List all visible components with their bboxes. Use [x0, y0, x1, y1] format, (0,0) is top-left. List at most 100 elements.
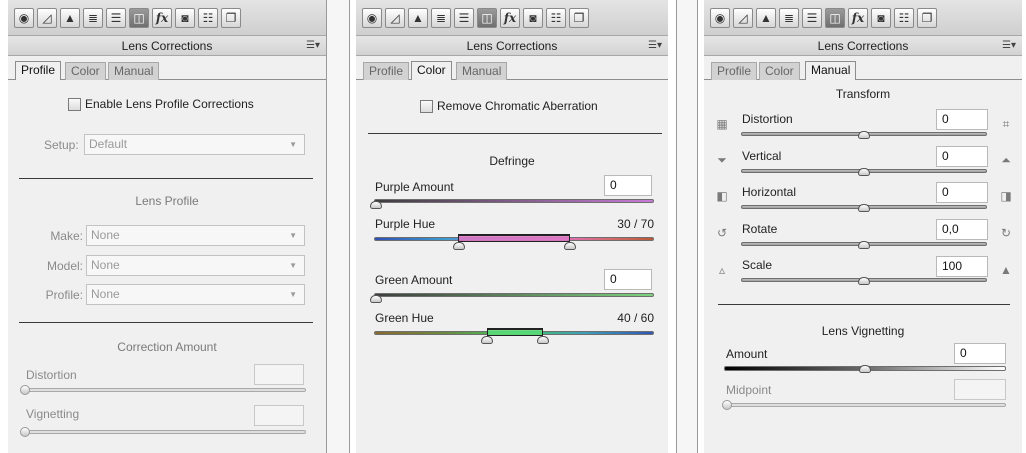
panel-menu-icon[interactable]: ☰▾ — [648, 36, 662, 56]
rotate-label: Rotate — [742, 222, 778, 236]
vignetting-amount-field[interactable] — [254, 405, 304, 426]
purple-amount-thumb[interactable] — [370, 201, 382, 209]
lens-corrections-icon[interactable]: ◫ — [477, 8, 497, 28]
purple-hue-thumb-max[interactable] — [564, 242, 576, 250]
vertical-label: Vertical — [742, 149, 782, 163]
split-toning-icon[interactable]: ☰ — [106, 8, 126, 28]
purple-amount-slider[interactable] — [374, 199, 654, 203]
snapshots-icon[interactable]: ❐ — [221, 8, 241, 28]
divider — [718, 304, 1010, 305]
panel-menu-icon[interactable]: ☰▾ — [306, 36, 320, 56]
aperture-icon[interactable]: ◉ — [14, 8, 34, 28]
correction-amount-title: Correction Amount — [117, 340, 217, 354]
tab-bar: Profile Color Manual — [8, 60, 326, 80]
distortion-field[interactable]: 0 — [936, 109, 988, 130]
transform-title: Transform — [835, 87, 891, 101]
midpoint-slider[interactable] — [724, 403, 1006, 407]
divider — [19, 322, 313, 323]
camera-calibration-icon[interactable]: ◙ — [871, 8, 891, 28]
tab-color[interactable]: Color — [759, 62, 800, 80]
panel-menu-icon[interactable]: ☰▾ — [1002, 36, 1016, 56]
tab-profile[interactable]: Profile — [363, 62, 410, 80]
fx-icon[interactable]: fx — [152, 8, 172, 28]
vertical-thumb[interactable] — [858, 168, 870, 176]
fx-icon[interactable]: fx — [848, 8, 868, 28]
hsl-icon[interactable]: ≣ — [779, 8, 799, 28]
green-amount-label: Green Amount — [375, 273, 453, 287]
distortion-amount-thumb[interactable] — [20, 385, 30, 395]
green-amount-field[interactable]: 0 — [604, 269, 652, 290]
green-hue-thumb-max[interactable] — [537, 336, 549, 344]
tab-manual[interactable]: Manual — [805, 61, 857, 80]
hsl-icon[interactable]: ≣ — [83, 8, 103, 28]
tab-profile[interactable]: Profile — [711, 62, 758, 80]
purple-hue-thumb-min[interactable] — [453, 242, 465, 250]
aperture-icon[interactable]: ◉ — [362, 8, 382, 28]
tone-curve-icon[interactable]: ◿ — [37, 8, 57, 28]
detail-icon[interactable]: ▲ — [60, 8, 80, 28]
purple-amount-field[interactable]: 0 — [604, 175, 652, 196]
snapshots-icon[interactable]: ❐ — [917, 8, 937, 28]
amount-field[interactable]: 0 — [954, 343, 1006, 364]
camera-calibration-icon[interactable]: ◙ — [175, 8, 195, 28]
lens-profile-title: Lens Profile — [135, 194, 199, 208]
remove-ca-row[interactable]: Remove Chromatic Aberration — [420, 99, 598, 113]
scale-thumb[interactable] — [858, 277, 870, 285]
midpoint-thumb[interactable] — [722, 400, 732, 410]
lens-corrections-icon[interactable]: ◫ — [825, 8, 845, 28]
setup-label: Setup: — [44, 138, 79, 152]
split-toning-icon[interactable]: ☰ — [802, 8, 822, 28]
tone-curve-icon[interactable]: ◿ — [385, 8, 405, 28]
tab-color[interactable]: Color — [65, 62, 106, 80]
lens-corrections-panel-manual: ◉ ◿ ▲ ≣ ☰ ◫ fx ◙ ☷ ❐ Lens Corrections ☰▾… — [704, 0, 1022, 453]
make-label: Make: — [50, 229, 83, 243]
tone-curve-icon[interactable]: ◿ — [733, 8, 753, 28]
enable-profile-corrections-row[interactable]: Enable Lens Profile Corrections — [68, 97, 254, 111]
lens-corrections-panel-color: ◉ ◿ ▲ ≣ ☰ ◫ fx ◙ ☷ ❐ Lens Corrections ☰▾… — [356, 0, 668, 453]
tab-profile[interactable]: Profile — [15, 61, 62, 80]
remove-ca-checkbox[interactable] — [420, 99, 433, 113]
horizontal-thumb[interactable] — [858, 204, 870, 212]
midpoint-field[interactable] — [954, 379, 1006, 400]
distortion-amount-slider[interactable] — [22, 388, 306, 392]
presets-icon[interactable]: ☷ — [894, 8, 914, 28]
scale-field[interactable]: 100 — [936, 256, 988, 277]
vignetting-amount-thumb[interactable] — [20, 427, 30, 437]
detail-icon[interactable]: ▲ — [408, 8, 428, 28]
amount-thumb[interactable] — [859, 365, 871, 373]
vignetting-amount-slider[interactable] — [22, 430, 306, 434]
tab-color[interactable]: Color — [411, 61, 452, 80]
tab-manual[interactable]: Manual — [456, 62, 508, 80]
make-select[interactable]: None ▼ — [86, 225, 305, 246]
remove-ca-label: Remove Chromatic Aberration — [437, 99, 598, 113]
fx-icon[interactable]: fx — [500, 8, 520, 28]
profile-select[interactable]: None ▼ — [86, 284, 305, 305]
camera-calibration-icon[interactable]: ◙ — [523, 8, 543, 28]
aperture-icon[interactable]: ◉ — [710, 8, 730, 28]
horizontal-field[interactable]: 0 — [936, 182, 988, 203]
model-select[interactable]: None ▼ — [86, 255, 305, 276]
rotate-field[interactable]: 0,0 — [936, 219, 988, 240]
green-amount-thumb[interactable] — [370, 295, 382, 303]
horizontal-label: Horizontal — [742, 185, 797, 199]
panel-separator — [326, 0, 350, 453]
vertical-field[interactable]: 0 — [936, 146, 988, 167]
presets-icon[interactable]: ☷ — [198, 8, 218, 28]
green-amount-slider[interactable] — [374, 293, 654, 297]
hsl-icon[interactable]: ≣ — [431, 8, 451, 28]
snapshots-icon[interactable]: ❐ — [569, 8, 589, 28]
presets-icon[interactable]: ☷ — [546, 8, 566, 28]
split-toning-icon[interactable]: ☰ — [454, 8, 474, 28]
green-hue-thumb-min[interactable] — [481, 336, 493, 344]
tab-manual[interactable]: Manual — [108, 62, 160, 80]
distortion-thumb[interactable] — [858, 131, 870, 139]
setup-select[interactable]: Default ▼ — [84, 134, 305, 155]
distortion-amount-field[interactable] — [254, 364, 304, 385]
lens-corrections-icon[interactable]: ◫ — [129, 8, 149, 28]
detail-icon[interactable]: ▲ — [756, 8, 776, 28]
rotate-thumb[interactable] — [858, 241, 870, 249]
lens-vignetting-title: Lens Vignetting — [821, 324, 905, 338]
profile-value: None — [91, 287, 120, 301]
green-hue-label: Green Hue — [375, 311, 434, 325]
enable-profile-corrections-checkbox[interactable] — [68, 97, 81, 111]
